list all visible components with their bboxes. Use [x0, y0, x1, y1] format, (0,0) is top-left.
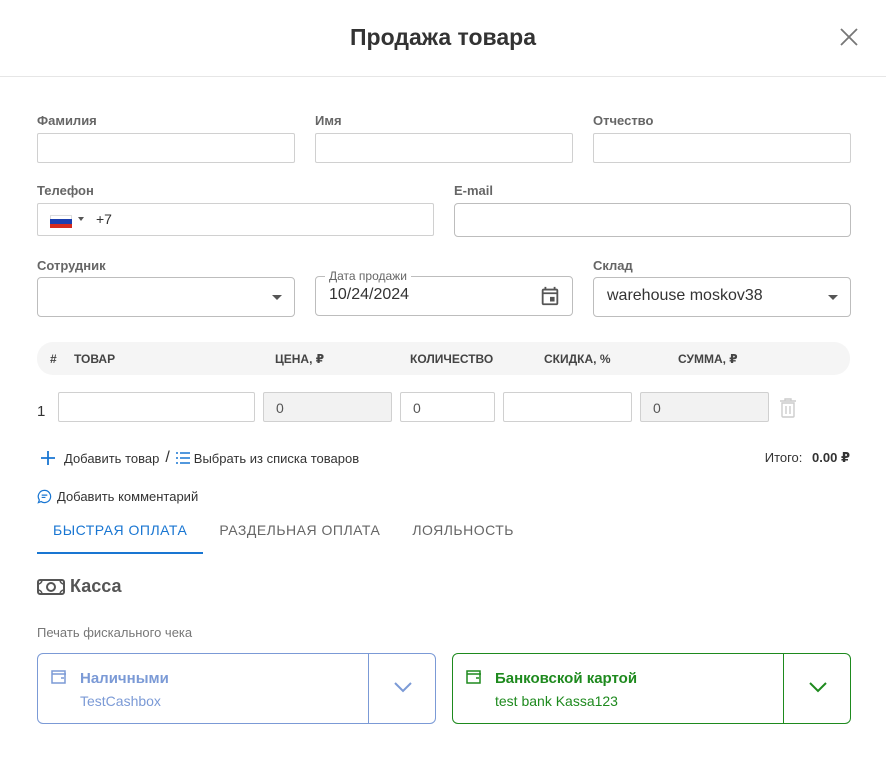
price-input: 0: [263, 392, 392, 422]
patronymic-label: Отчество: [593, 113, 654, 128]
col-product: ТОВАР: [74, 352, 116, 366]
pay-card-divider: [783, 654, 784, 723]
chevron-down-icon: [272, 295, 282, 300]
first-name-label: Имя: [315, 113, 342, 128]
phone-label: Телефон: [37, 183, 94, 198]
warehouse-label: Склад: [593, 258, 633, 273]
pay-card-card[interactable]: Банковской картой test bank Kassa123: [452, 653, 851, 724]
add-product-links: Добавить товар / Выбрать из списка товар…: [40, 449, 359, 467]
products-table-header: # ТОВАР ЦЕНА, ₽ КОЛИЧЕСТВО СКИДКА, % СУМ…: [37, 342, 850, 375]
chevron-down-icon[interactable]: [393, 681, 413, 693]
last-name-field[interactable]: [37, 133, 295, 163]
pay-cash-title[interactable]: Наличными: [80, 670, 169, 687]
sale-date-field[interactable]: Дата продажи 10/24/2024: [315, 269, 573, 316]
chevron-down-icon[interactable]: [808, 681, 828, 693]
dialog-header: Продажа товара: [0, 0, 886, 77]
chevron-down-icon: [828, 295, 838, 300]
add-product-button[interactable]: Добавить товар: [64, 451, 159, 466]
choose-from-list-button[interactable]: Выбрать из списка товаров: [194, 451, 359, 466]
total-label: Итого:: [764, 450, 803, 465]
cashbox-section: Касса: [37, 576, 121, 597]
col-sum: СУММА, ₽: [678, 352, 738, 366]
total-value: 0.00 ₽: [812, 450, 850, 465]
add-comment-link[interactable]: Добавить комментарий: [37, 489, 198, 504]
plus-icon[interactable]: [40, 450, 56, 466]
phone-field[interactable]: +7: [37, 203, 434, 236]
email-field[interactable]: [454, 203, 851, 237]
discount-input[interactable]: [503, 392, 632, 422]
wallet-icon: [466, 670, 481, 684]
cashbox-title: Касса: [70, 576, 122, 596]
close-icon[interactable]: [838, 26, 860, 48]
tab-quick-payment[interactable]: БЫСТРАЯ ОПЛАТА: [37, 510, 204, 554]
total: Итого: 0.00 ₽: [765, 450, 850, 466]
tab-loyalty[interactable]: ЛОЯЛЬНОСТЬ: [396, 510, 530, 554]
patronymic-field[interactable]: [593, 133, 851, 163]
pay-cash-subtitle: TestCashbox: [80, 693, 161, 709]
col-price: ЦЕНА, ₽: [275, 352, 325, 366]
col-quantity: КОЛИЧЕСТВО: [410, 352, 494, 366]
russia-flag-icon[interactable]: [50, 215, 72, 228]
country-caret-icon[interactable]: [78, 217, 84, 221]
product-input[interactable]: [58, 392, 255, 422]
pay-card-subtitle: test bank Kassa123: [495, 693, 618, 709]
col-discount: СКИДКА, %: [544, 352, 611, 366]
add-comment-label[interactable]: Добавить комментарий: [57, 489, 198, 504]
wallet-icon: [51, 670, 66, 684]
sale-date-value[interactable]: 10/24/2024: [329, 286, 409, 304]
list-icon[interactable]: [175, 452, 190, 464]
cash-icon: [37, 578, 65, 595]
row-number: 1: [37, 403, 46, 420]
sum-input: 0: [640, 392, 769, 422]
warehouse-select[interactable]: warehouse moskov38: [593, 277, 851, 317]
payment-tabs: БЫСТРАЯ ОПЛАТА РАЗДЕЛЬНАЯ ОПЛАТА ЛОЯЛЬНО…: [37, 510, 530, 554]
sale-date-label: Дата продажи: [325, 269, 411, 283]
warehouse-value: warehouse moskov38: [607, 287, 763, 304]
email-label: E-mail: [454, 183, 494, 198]
first-name-field[interactable]: [315, 133, 573, 163]
fiscal-receipt-label: Печать фискального чека: [37, 625, 193, 640]
col-number: #: [50, 352, 57, 366]
calendar-icon[interactable]: [539, 285, 561, 307]
pay-cash-card[interactable]: Наличными TestCashbox: [37, 653, 436, 724]
trash-icon[interactable]: [779, 398, 797, 418]
dialog-title: Продажа товара: [350, 24, 536, 50]
quantity-input[interactable]: 0: [400, 392, 495, 422]
employee-label: Сотрудник: [37, 258, 106, 273]
employee-select[interactable]: [37, 277, 295, 317]
last-name-label: Фамилия: [37, 113, 97, 128]
phone-dial-code[interactable]: +7: [96, 211, 112, 227]
comment-icon: [37, 489, 52, 504]
pay-cash-divider: [368, 654, 369, 723]
links-separator: /: [165, 449, 170, 466]
pay-card-title[interactable]: Банковской картой: [495, 670, 637, 687]
tab-split-payment[interactable]: РАЗДЕЛЬНАЯ ОПЛАТА: [203, 510, 396, 554]
